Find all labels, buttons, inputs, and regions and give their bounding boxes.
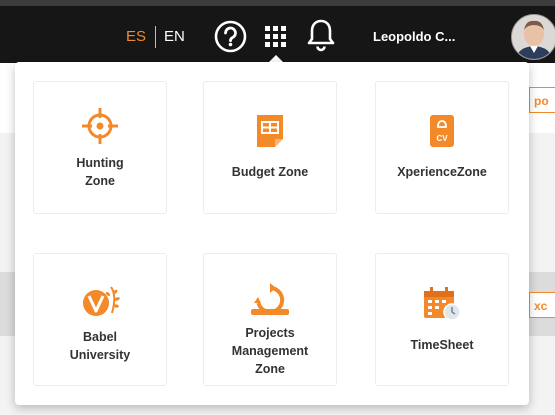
app-tile-label: Babel University <box>69 330 131 362</box>
user-name[interactable]: Leopoldo C... <box>373 29 455 44</box>
app-tile-xperiencezone[interactable]: CV XperienceZone <box>375 81 509 214</box>
app-tile-label: TimeSheet <box>410 338 474 352</box>
app-tile-timesheet[interactable]: TimeSheet <box>375 253 509 386</box>
budget-document-icon <box>255 111 285 151</box>
apps-grid-icon[interactable] <box>265 26 287 53</box>
app-tile-projects-management-zone[interactable]: Projects Management Zone <box>203 253 337 386</box>
babel-leaf-logo-icon <box>79 282 121 322</box>
language-es-option[interactable]: ES <box>126 28 146 45</box>
app-tile-label: Projects Management Zone <box>231 326 309 376</box>
app-tile-hunting-zone[interactable]: Hunting Zone <box>33 81 167 214</box>
language-en-option[interactable]: EN <box>164 28 185 45</box>
help-icon[interactable] <box>214 20 247 58</box>
svg-text:CV: CV <box>436 134 448 143</box>
project-cycle-icon <box>249 280 291 320</box>
background-edge-button[interactable]: po <box>529 87 555 113</box>
app-tile-label: XperienceZone <box>397 165 487 179</box>
language-divider <box>155 26 156 48</box>
cv-document-icon: CV <box>428 111 456 151</box>
app-tile-label: Hunting Zone <box>76 156 124 188</box>
avatar[interactable] <box>511 14 555 60</box>
app-tile-label: Budget Zone <box>231 165 309 179</box>
bell-icon[interactable] <box>307 18 335 57</box>
crosshair-target-icon <box>80 106 120 146</box>
app-tile-budget-zone[interactable]: Budget Zone <box>203 81 337 214</box>
calendar-clock-icon <box>422 284 462 324</box>
app-tile-babel-university[interactable]: Babel University <box>33 253 167 386</box>
background-edge-button[interactable]: xc <box>529 292 555 318</box>
apps-dropdown-panel: Hunting Zone Budget Zone CV XperienceZon… <box>15 62 529 405</box>
